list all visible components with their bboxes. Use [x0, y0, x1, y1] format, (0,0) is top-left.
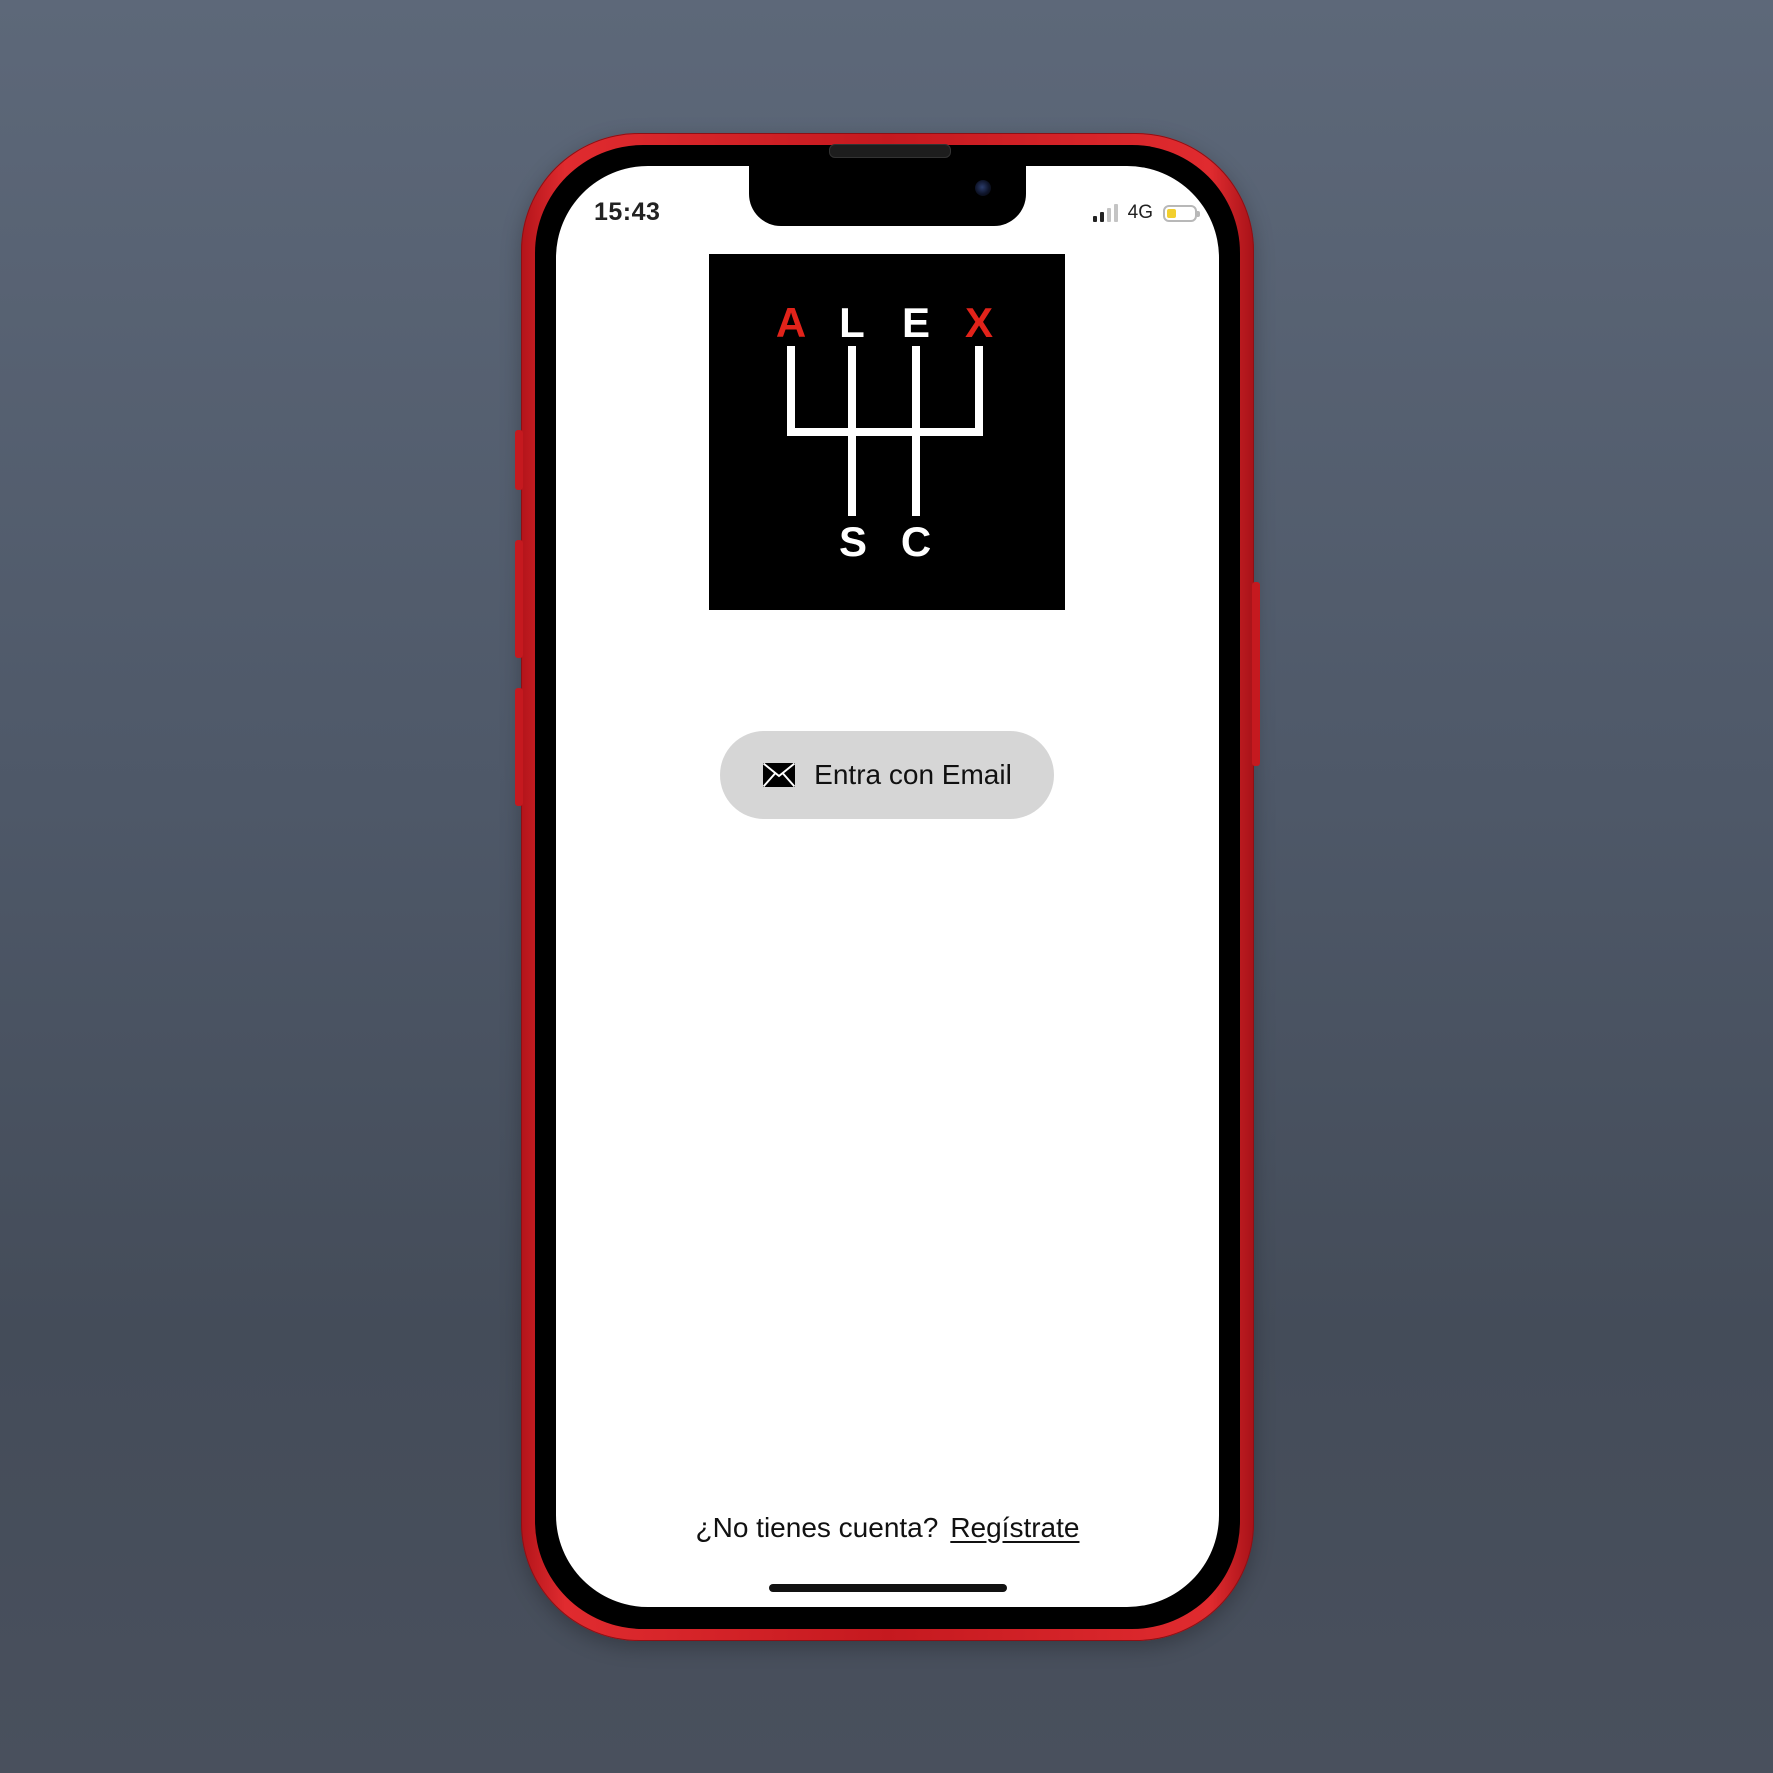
cellular-signal-icon — [1092, 204, 1118, 222]
battery-icon — [1163, 204, 1200, 222]
notch — [749, 166, 1026, 226]
logo-letter-x: X — [965, 299, 993, 346]
app-screen: 15:43 4G A L E X S C Entra con Email ¿No… — [556, 166, 1219, 1607]
status-indicators: 4G — [1092, 202, 1200, 224]
signal-bar — [1106, 208, 1111, 222]
signup-link[interactable]: Regístrate — [950, 1512, 1079, 1543]
gear-shift-pattern — [787, 346, 983, 516]
logo-letter-c: C — [901, 518, 931, 565]
signal-bar — [1099, 212, 1104, 222]
logo-letter-l: L — [839, 299, 865, 346]
volume-up-button — [515, 540, 523, 658]
battery-level — [1167, 208, 1176, 218]
silent-switch — [515, 430, 523, 490]
volume-down-button — [515, 688, 523, 806]
logo-letter-e: E — [902, 299, 930, 346]
signup-prompt-text: ¿No tienes cuenta? — [695, 1512, 939, 1543]
front-camera — [975, 180, 991, 196]
envelope-icon — [762, 762, 796, 788]
email-login-button[interactable]: Entra con Email — [720, 731, 1054, 819]
network-type: 4G — [1127, 202, 1153, 223]
power-button — [1252, 582, 1260, 766]
signal-bar — [1113, 204, 1118, 222]
gear-shift-logo: A L E X S C — [776, 299, 993, 565]
app-logo: A L E X S C — [709, 254, 1065, 610]
email-login-label: Entra con Email — [814, 759, 1012, 790]
signup-prompt: ¿No tienes cuenta? Regístrate — [556, 1512, 1219, 1544]
signal-bar — [1092, 216, 1097, 222]
speaker-grille — [829, 144, 951, 158]
logo-letter-a: A — [776, 299, 806, 346]
home-indicator[interactable] — [769, 1584, 1007, 1592]
status-time: 15:43 — [594, 198, 661, 226]
logo-letter-s: S — [839, 518, 867, 565]
